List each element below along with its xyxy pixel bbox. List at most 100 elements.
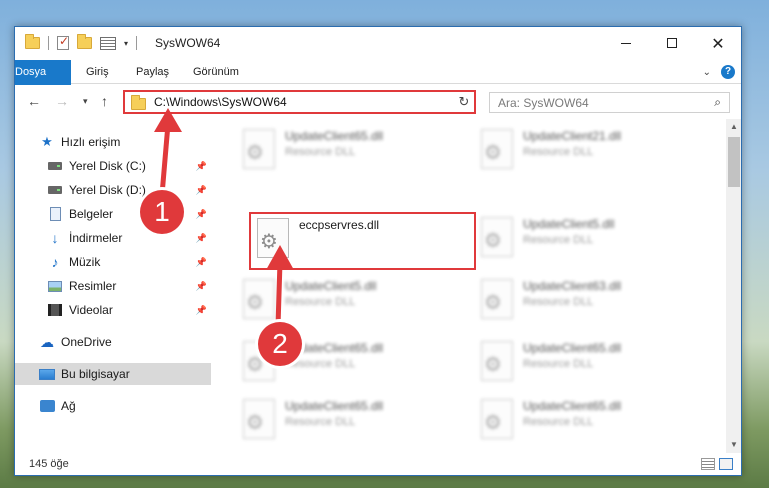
file-type: Resource DLL: [285, 416, 356, 428]
nav-item-onedrive[interactable]: ☁ OneDrive: [15, 331, 211, 353]
file-item[interactable]: UpdateClient63.dll Resource DLL: [463, 275, 693, 331]
minimize-button[interactable]: [603, 27, 649, 59]
file-item[interactable]: UpdateClient5.dll Resource DLL: [463, 213, 693, 269]
tab-view[interactable]: Görünüm: [193, 60, 239, 84]
pin-icon: 📌: [195, 280, 207, 291]
back-arrow-icon[interactable]: ←: [27, 93, 41, 109]
file-name: UpdateClient63.dll: [523, 279, 622, 293]
scroll-up-icon[interactable]: ▲: [726, 119, 741, 135]
dll-file-icon: [481, 341, 513, 381]
file-item-highlighted[interactable]: eccpservres.dll: [249, 212, 476, 270]
maximize-button[interactable]: [649, 27, 695, 59]
file-name: eccpservres.dll: [299, 218, 380, 232]
star-icon: ★: [41, 134, 53, 149]
explorer-window: ▾ SysWOW64 ✕ Dosya Giriş Paylaş Görünüm …: [14, 26, 742, 476]
file-type: Resource DLL: [523, 296, 594, 308]
nav-item-music[interactable]: ♪ Müzik 📌: [15, 251, 211, 273]
file-list: UpdateClient65.dll Resource DLL UpdateCli…: [225, 119, 725, 445]
nav-item-local-disk-d[interactable]: Yerel Disk (D:) 📌: [15, 179, 211, 201]
pictures-icon: [47, 279, 63, 293]
search-input[interactable]: Ara: SysWOW64: [498, 96, 714, 110]
file-item[interactable]: UpdateClient21.dll Resource DLL: [463, 125, 693, 181]
file-item[interactable]: UpdateClient65.dll Resource DLL: [225, 395, 455, 445]
search-icon[interactable]: ⌕: [714, 95, 721, 110]
nav-item-this-pc[interactable]: Bu bilgisayar: [15, 363, 211, 385]
toolbar-divider: [136, 36, 138, 50]
customize-toolbar-icon[interactable]: [100, 36, 116, 50]
file-item[interactable]: UpdateClient65.dll Resource DLL: [463, 395, 693, 445]
file-name: UpdateClient65.dll: [523, 341, 622, 355]
view-buttons: [701, 458, 733, 470]
scroll-thumb[interactable]: [728, 137, 740, 187]
pin-icon: 📌: [195, 160, 207, 171]
pin-icon: 📌: [195, 208, 207, 219]
pin-icon: 📌: [195, 184, 207, 195]
nav-item-local-disk-c[interactable]: Yerel Disk (C:) 📌: [15, 155, 211, 177]
computer-icon: [39, 367, 55, 381]
nav-item-label: Yerel Disk (D:): [69, 183, 146, 197]
tab-share[interactable]: Paylaş: [136, 60, 169, 84]
dll-file-icon: [481, 129, 513, 169]
recent-locations-icon[interactable]: ▾: [83, 96, 88, 107]
dll-file-icon: [243, 399, 275, 439]
nav-item-label: Müzik: [69, 255, 101, 269]
nav-item-pictures[interactable]: Resimler 📌: [15, 275, 211, 297]
tab-home[interactable]: Giriş: [86, 60, 109, 84]
address-bar[interactable]: C:\Windows\SysWOW64 ⌄: [123, 90, 475, 114]
nav-item-label: Ağ: [61, 399, 76, 413]
file-type: Resource DLL: [523, 358, 594, 370]
nav-item-videos[interactable]: Videolar 📌: [15, 299, 211, 321]
file-name: UpdateClient5.dll: [523, 217, 615, 231]
video-icon: [47, 303, 63, 317]
ribbon-tabs: Dosya Giriş Paylaş Görünüm ⌄ ?: [15, 60, 741, 116]
pin-icon: 📌: [195, 256, 207, 267]
step-marker-2: 2: [258, 322, 302, 366]
file-type: Resource DLL: [523, 234, 594, 246]
nav-item-label: Bu bilgisayar: [61, 367, 130, 381]
file-type: Resource DLL: [285, 296, 356, 308]
expand-ribbon-icon[interactable]: ⌄: [703, 67, 711, 78]
toolbar-divider: [48, 36, 49, 50]
nav-item-downloads[interactable]: ↓ İndirmeler 📌: [15, 227, 211, 249]
search-box[interactable]: Ara: SysWOW64 ⌕: [489, 92, 730, 113]
disk-icon: [47, 159, 63, 173]
forward-arrow-icon[interactable]: →: [55, 93, 69, 109]
step-marker-1: 1: [140, 190, 184, 234]
vertical-scrollbar[interactable]: ▲ ▼: [726, 119, 741, 453]
nav-item-label: Videolar: [69, 303, 113, 317]
network-icon: [39, 399, 55, 413]
details-view-icon[interactable]: [701, 458, 715, 470]
nav-item-label: İndirmeler: [69, 231, 123, 245]
nav-item-network[interactable]: Ağ: [15, 395, 211, 417]
nav-item-label: OneDrive: [61, 335, 112, 349]
download-icon: ↓: [51, 230, 59, 246]
file-item[interactable]: UpdateClient65.dll Resource DLL: [225, 125, 455, 181]
dll-file-icon: [481, 217, 513, 257]
file-item[interactable]: UpdateClient65.dll Resource DLL: [463, 337, 693, 393]
navigation-pane: ★ Hızlı erişim Yerel Disk (C:) 📌 Yerel D…: [15, 119, 211, 445]
nav-item-label: Hızlı erişim: [61, 135, 121, 149]
close-icon: ✕: [711, 33, 725, 53]
quick-access-toolbar: ▾: [25, 34, 138, 50]
file-type: Resource DLL: [285, 146, 356, 158]
file-type: Resource DLL: [523, 146, 594, 158]
large-icons-view-icon[interactable]: [719, 458, 733, 470]
file-name: UpdateClient5.dll: [285, 279, 377, 293]
disk-icon: [47, 183, 63, 197]
title-bar: ▾ SysWOW64 ✕: [15, 27, 741, 60]
address-path[interactable]: C:\Windows\SysWOW64: [154, 95, 459, 109]
chevron-down-icon[interactable]: ▾: [124, 39, 128, 48]
dll-file-icon: [243, 279, 275, 319]
file-item[interactable]: UpdateClient5.dll Resource DLL: [225, 275, 455, 331]
close-button[interactable]: ✕: [695, 27, 741, 59]
properties-icon[interactable]: [57, 34, 69, 50]
refresh-button[interactable]: ↻: [454, 90, 476, 114]
maximize-icon: [667, 38, 677, 48]
scroll-down-icon[interactable]: ▼: [726, 437, 741, 453]
help-icon[interactable]: ?: [721, 65, 735, 79]
new-folder-icon[interactable]: [77, 34, 92, 49]
nav-item-quick-access[interactable]: ★ Hızlı erişim: [15, 131, 211, 153]
up-arrow-icon[interactable]: ↑: [101, 93, 108, 109]
file-type: Resource DLL: [523, 416, 594, 428]
file-name: UpdateClient65.dll: [285, 129, 384, 143]
